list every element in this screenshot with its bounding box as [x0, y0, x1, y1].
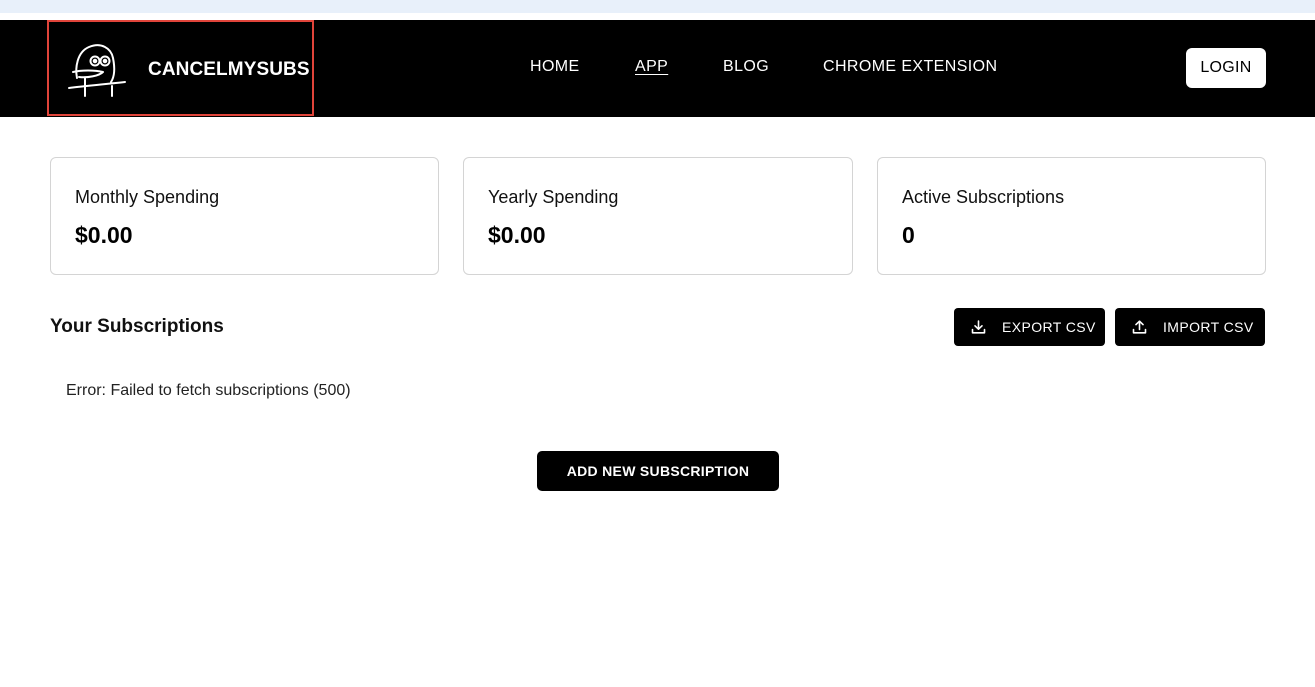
yearly-spending-label: Yearly Spending [488, 187, 619, 207]
add-subscription-button[interactable]: ADD NEW SUBSCRIPTION [537, 451, 779, 491]
top-gap [0, 13, 1315, 20]
error-message: Error: Failed to fetch subscriptions (50… [66, 382, 351, 399]
upload-icon [1132, 320, 1147, 334]
navbar: CANCELMYSUBS HOME APP BLOG CHROME EXTENS… [0, 20, 1315, 117]
monthly-spending-label: Monthly Spending [75, 187, 220, 207]
login-button[interactable]: LOGIN [1186, 48, 1266, 88]
main-nav: HOME APP BLOG CHROME EXTENSION [0, 58, 1315, 82]
import-csv-label: IMPORT CSV [1163, 319, 1254, 335]
monthly-spending-card: Monthly Spending $0.00 [50, 157, 439, 275]
yearly-spending-card: Yearly Spending $0.00 [463, 157, 853, 275]
nav-blog-link[interactable]: BLOG [723, 58, 769, 76]
download-icon [971, 320, 986, 334]
export-csv-button[interactable]: EXPORT CSV [954, 308, 1105, 346]
yearly-spending-value: $0.00 [488, 222, 546, 248]
export-csv-label: EXPORT CSV [1002, 319, 1096, 335]
subscriptions-title: Your Subscriptions [50, 316, 224, 337]
monthly-spending-value: $0.00 [75, 222, 133, 248]
nav-app-link[interactable]: APP [635, 58, 668, 76]
active-subscriptions-label: Active Subscriptions [902, 187, 1065, 207]
nav-chrome-extension-link[interactable]: CHROME EXTENSION [823, 58, 997, 76]
nav-home-link[interactable]: HOME [530, 58, 580, 76]
browser-top-strip [0, 0, 1315, 13]
import-csv-button[interactable]: IMPORT CSV [1115, 308, 1265, 346]
active-subscriptions-value: 0 [902, 222, 915, 248]
active-subscriptions-card: Active Subscriptions 0 [877, 157, 1266, 275]
